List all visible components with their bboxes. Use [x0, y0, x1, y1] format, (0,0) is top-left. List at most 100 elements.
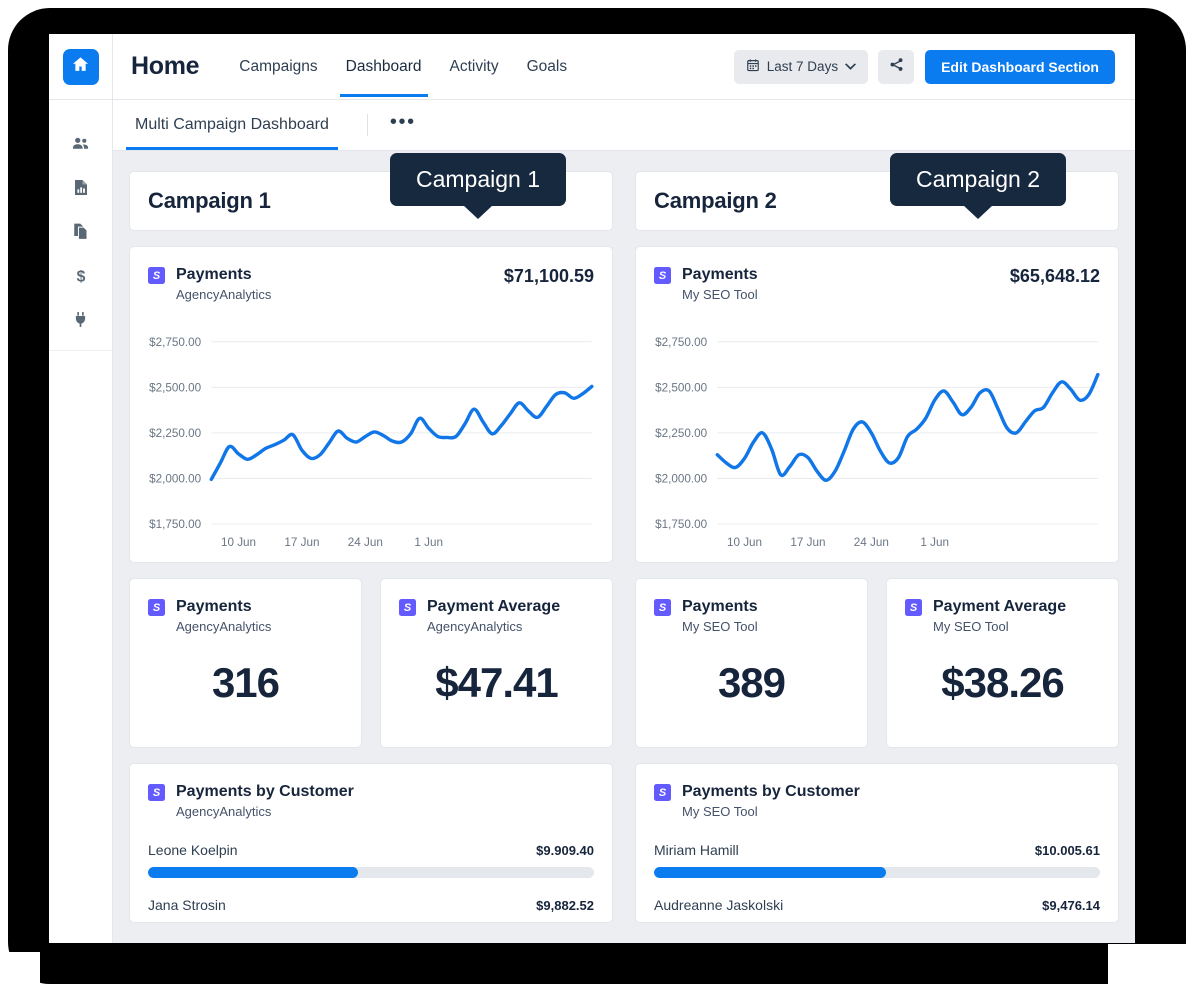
- stripe-badge-icon: S: [654, 784, 671, 801]
- line-chart-1: $2,750.00 $2,500.00 $2,250.00 $2,000.00 $1,7…: [130, 303, 612, 562]
- edit-dashboard-section-button[interactable]: Edit Dashboard Section: [925, 49, 1115, 84]
- payments-by-customer-widget-2: S Payments by Customer My SEO Tool Miria…: [635, 763, 1119, 923]
- list-item: Miriam Hamill $10.005.61: [654, 842, 1100, 878]
- widget-subtitle: AgencyAnalytics: [176, 619, 272, 634]
- kpi-row-1: S Payments AgencyAnalytics 316 S Payment…: [129, 578, 613, 748]
- widget-title: Payments by Customer: [682, 783, 860, 800]
- calendar-icon: [746, 58, 760, 75]
- callout-tooltip-campaign-1: Campaign 1: [390, 153, 567, 206]
- widget-title-block: Payments My SEO Tool: [682, 597, 758, 635]
- campaign-column-2: Campaign 2 S Payments My SEO Tool $65,64…: [635, 171, 1119, 943]
- widget-total-amount: $71,100.59: [503, 266, 594, 286]
- widget-header: S Payments by Customer My SEO Tool: [636, 764, 1118, 820]
- svg-text:$2,000.00: $2,000.00: [655, 473, 707, 486]
- widget-subtitle: My SEO Tool: [682, 287, 758, 302]
- svg-text:$1,750.00: $1,750.00: [149, 518, 201, 531]
- sidebar-item-reports[interactable]: [49, 168, 112, 212]
- line-chart-svg: $2,750.00 $2,500.00 $2,250.00 $2,000.00 $1,7…: [149, 336, 594, 549]
- home-icon: [71, 55, 90, 79]
- customer-name: Leone Koelpin: [148, 842, 238, 858]
- ellipsis-icon[interactable]: •••: [390, 112, 416, 133]
- top-navigation-bar: Home Campaigns Dashboard Activity Goals: [113, 34, 1135, 100]
- svg-text:$2,000.00: $2,000.00: [149, 473, 201, 486]
- customer-amount: $9,882.52: [536, 898, 594, 913]
- svg-text:24 Jun: 24 Jun: [854, 536, 889, 549]
- svg-text:$2,750.00: $2,750.00: [149, 336, 201, 349]
- widget-subtitle: AgencyAnalytics: [176, 287, 272, 302]
- sidebar-item-multi-campaign-dashboard[interactable]: Multi Campaign Dashboard: [126, 101, 338, 150]
- plug-icon: [72, 310, 89, 334]
- sidebar-item-billing[interactable]: $: [49, 256, 112, 300]
- customer-name: Miriam Hamill: [654, 842, 739, 858]
- customer-name: Jana Strosin: [148, 897, 226, 913]
- progress-bar-track: [148, 867, 594, 878]
- customer-name: Audreanne Jaskolski: [654, 897, 784, 913]
- stripe-badge-icon: S: [654, 267, 671, 284]
- dashboard-content: Campaign 1 S Payments AgencyAnalytics $7…: [113, 151, 1135, 943]
- share-button[interactable]: [878, 49, 915, 84]
- widget-subtitle: AgencyAnalytics: [176, 804, 272, 819]
- progress-bar-fill: [654, 867, 886, 878]
- copy-documents-icon: [72, 222, 90, 246]
- home-button[interactable]: [62, 48, 99, 85]
- stripe-badge-icon: S: [654, 599, 671, 616]
- widget-subtitle: My SEO Tool: [682, 619, 758, 634]
- date-range-picker[interactable]: Last 7 Days: [733, 49, 869, 84]
- kpi-card-payment-average-2: S Payment Average My SEO Tool $38.26: [886, 578, 1119, 748]
- widget-subtitle: AgencyAnalytics: [427, 619, 523, 634]
- widget-title-block: Payment Average AgencyAnalytics: [427, 597, 560, 635]
- list-item: Leone Koelpin $9.909.40: [148, 842, 594, 878]
- line-chart-svg: $2,750.00 $2,500.00 $2,250.00 $2,000.00 $1,7…: [655, 336, 1100, 549]
- sidebar-item-templates[interactable]: [49, 212, 112, 256]
- widget-title-block: Payments by Customer AgencyAnalytics: [176, 782, 354, 820]
- svg-text:$2,500.00: $2,500.00: [149, 381, 201, 394]
- svg-text:$2,250.00: $2,250.00: [149, 427, 201, 440]
- sidebar-item-clients[interactable]: [49, 124, 112, 168]
- date-range-label: Last 7 Days: [766, 59, 839, 74]
- list-item-header: Jana Strosin $9,882.52: [148, 897, 594, 913]
- device-frame-corner-cutout-left: [0, 952, 40, 1000]
- list-item-header: Audreanne Jaskolski $9,476.14: [654, 897, 1100, 913]
- tab-campaigns[interactable]: Campaigns: [225, 36, 331, 97]
- dashboard-sub-navigation: Multi Campaign Dashboard •••: [113, 100, 1135, 151]
- sidebar-rail: $: [49, 34, 113, 943]
- sidebar-icon-list: $: [49, 100, 112, 943]
- kpi-value: $47.41: [435, 659, 558, 706]
- tab-dashboard[interactable]: Dashboard: [332, 36, 436, 97]
- svg-text:1 Jun: 1 Jun: [920, 536, 949, 549]
- stripe-badge-icon: S: [148, 784, 165, 801]
- tab-goals[interactable]: Goals: [513, 36, 582, 97]
- svg-text:10 Jun: 10 Jun: [727, 536, 762, 549]
- kpi-card-payment-average-1: S Payment Average AgencyAnalytics $47.41: [380, 578, 613, 748]
- list-item-header: Leone Koelpin $9.909.40: [148, 842, 594, 858]
- widget-header: S Payments My SEO Tool $65,648.12: [636, 247, 1118, 303]
- stripe-badge-icon: S: [905, 599, 922, 616]
- users-icon: [71, 134, 90, 158]
- tab-activity[interactable]: Activity: [436, 36, 513, 97]
- widget-header: S Payments AgencyAnalytics $71,100.59: [130, 247, 612, 303]
- widget-title: Payment Average: [933, 598, 1067, 615]
- svg-text:$2,500.00: $2,500.00: [655, 381, 707, 394]
- subnav-divider: [366, 114, 368, 136]
- widget-header: S Payment Average AgencyAnalytics: [381, 579, 612, 635]
- sidebar-item-integrations[interactable]: [49, 300, 112, 344]
- widget-title: Payments: [682, 266, 758, 283]
- callout-tooltip-campaign-2: Campaign 2: [890, 153, 1067, 206]
- widget-header: S Payments AgencyAnalytics: [130, 579, 361, 635]
- widget-title-block: Payments My SEO Tool: [682, 265, 758, 303]
- payments-chart-widget-1: S Payments AgencyAnalytics $71,100.59 $2…: [129, 246, 613, 563]
- widget-header: S Payment Average My SEO Tool: [887, 579, 1118, 635]
- kpi-value: $38.26: [941, 659, 1064, 706]
- customer-list: Miriam Hamill $10.005.61 Audreanne Jasko…: [636, 820, 1118, 913]
- sidebar-home-area: [49, 34, 112, 100]
- payments-chart-widget-2: S Payments My SEO Tool $65,648.12 $2,750…: [635, 246, 1119, 563]
- svg-text:$2,750.00: $2,750.00: [655, 336, 707, 349]
- progress-bar-track: [654, 867, 1100, 878]
- device-frame-corner-cutout: [1108, 944, 1192, 1004]
- kpi-card-payments-2: S Payments My SEO Tool 389: [635, 578, 868, 748]
- widget-title: Payments: [176, 598, 252, 615]
- svg-text:$1,750.00: $1,750.00: [655, 518, 707, 531]
- widget-subtitle: My SEO Tool: [933, 619, 1009, 634]
- payments-by-customer-widget-1: S Payments by Customer AgencyAnalytics L…: [129, 763, 613, 923]
- svg-text:17 Jun: 17 Jun: [790, 536, 825, 549]
